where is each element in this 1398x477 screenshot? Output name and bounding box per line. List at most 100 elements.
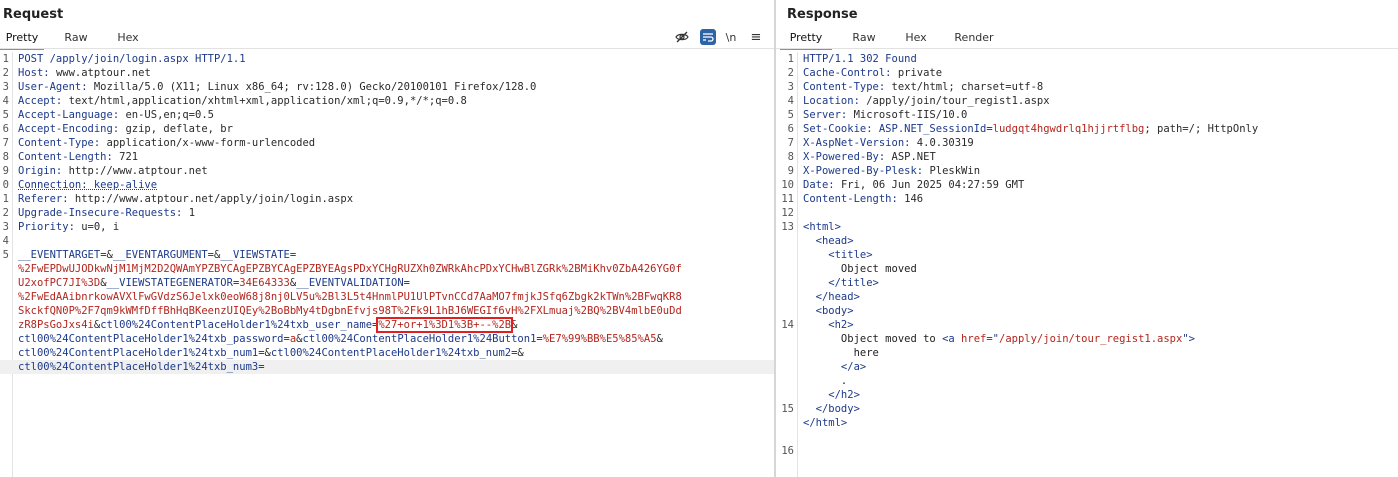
request-code-line: 7 Content-Type: application/x-www-form-ur…: [0, 136, 774, 150]
code-token: Microsoft-IIS/10.0: [853, 109, 968, 121]
line-number: 13: [781, 221, 794, 233]
response-code-line: 13 <html>: [776, 220, 1398, 234]
response-title: Response: [787, 7, 858, 22]
request-code-line: 3 User-Agent: Mozilla/5.0 (X11; Linux x86…: [0, 80, 774, 94]
code-token: en-US,en;q=0.5: [125, 109, 214, 121]
code-token: </html>: [803, 417, 848, 429]
response-tab-raw[interactable]: Raw: [842, 28, 886, 48]
code-text: Connection: keep-alive: [18, 178, 157, 192]
response-code-line: 7 X-AspNet-Version: 4.0.30319: [776, 136, 1398, 150]
response-code-line: .: [776, 374, 1398, 388]
request-tab-hex[interactable]: Hex: [106, 28, 150, 48]
code-token: </a>: [803, 361, 867, 373]
code-text: <html>: [803, 220, 841, 234]
line-number: 8: [787, 151, 794, 163]
code-token: Content-Type:: [18, 137, 107, 149]
code-token: Accept-Language:: [18, 109, 126, 121]
code-text: Date: Fri, 06 Jun 2025 04:27:59 GMT: [803, 178, 1024, 192]
line-number: 11: [781, 193, 794, 205]
newline-icon[interactable]: \n: [723, 29, 739, 45]
response-code-line: 8 X-Powered-By: ASP.NET: [776, 150, 1398, 164]
code-text: Object moved to <a href="/apply/join/tou…: [803, 332, 1195, 346]
code-token: __VIEWSTATEGENERATOR: [106, 277, 233, 289]
menu-icon[interactable]: ≡: [748, 29, 764, 45]
response-code-line: </html>: [776, 416, 1398, 430]
code-text: Cache-Control: private: [803, 66, 942, 80]
code-token: Origin:: [18, 165, 69, 177]
request-tab-divider: [0, 48, 774, 49]
code-text: </body>: [803, 402, 860, 416]
code-token: =: [289, 249, 297, 261]
code-token: Location:: [803, 95, 867, 107]
request-code-line: ctl00%24ContentPlaceHolder1%24txb_num1=&…: [0, 346, 774, 360]
code-token: Priority:: [18, 221, 82, 233]
line-number: 10: [781, 179, 794, 191]
code-token: text/html; charset=utf-8: [891, 81, 1044, 93]
response-code-line: 15 </body>: [776, 402, 1398, 416]
code-text: Upgrade-Insecure-Requests: 1: [18, 206, 195, 220]
code-token: HTTP/1.1 302 Found: [803, 53, 917, 65]
response-tab-hex[interactable]: Hex: [894, 28, 938, 48]
code-token: /apply/join/tour_regist1.aspx: [866, 95, 1050, 107]
code-token: <head>: [803, 235, 854, 247]
response-code-line: 3 Content-Type: text/html; charset=utf-8: [776, 80, 1398, 94]
code-text: Content-Type: application/x-www-form-url…: [18, 136, 315, 150]
code-token: __EVENTVALIDATION: [296, 277, 404, 289]
request-editor[interactable]: 1 POST /apply/join/login.aspx HTTP/1.1 2 Ho…: [0, 52, 774, 477]
line-number: 7: [2, 137, 9, 149]
response-code-line: Object moved to <a href="/apply/join/tou…: [776, 332, 1398, 346]
code-token: ASP.NET: [891, 151, 936, 163]
response-code-line: 10 Date: Fri, 06 Jun 2025 04:27:59 GMT: [776, 178, 1398, 192]
code-token: ludgqt4hgwdrlq1hjjrtflbg: [992, 123, 1145, 135]
response-tab-render[interactable]: Render: [946, 28, 1002, 48]
code-token: </head>: [803, 291, 860, 303]
code-text: Accept-Encoding: gzip, deflate, br: [18, 122, 233, 136]
request-code-line: 0 Connection: keep-alive: [0, 178, 774, 192]
line-number: 9: [2, 165, 9, 177]
code-text: User-Agent: Mozilla/5.0 (X11; Linux x86_…: [18, 80, 536, 94]
code-token: X-Powered-By:: [803, 151, 892, 163]
line-number: 6: [2, 123, 9, 135]
code-token: 721: [119, 151, 139, 163]
response-code-line: here: [776, 346, 1398, 360]
code-token: Object moved: [803, 263, 917, 275]
wrap-icon[interactable]: [700, 29, 716, 45]
code-token: U2xofPC7JI%3D: [18, 277, 101, 289]
code-token: ; path=/; HttpOnly: [1144, 123, 1259, 135]
code-text: Referer: http://www.atptour.net/apply/jo…: [18, 192, 353, 206]
code-token: X-AspNet-Version:: [803, 137, 917, 149]
code-text: Content-Length: 146: [803, 192, 923, 206]
request-toolbar: \n ≡: [664, 29, 764, 45]
request-tab-pretty[interactable]: Pretty: [0, 28, 44, 50]
request-code-line: 5 __EVENTTARGET=&__EVENTARGUMENT=&__VIEWS…: [0, 248, 774, 262]
response-editor[interactable]: 1 HTTP/1.1 302 Found 2 Cache-Control: priva…: [776, 52, 1398, 477]
code-token: 34E64333: [239, 277, 290, 289]
code-text: Content-Type: text/html; charset=utf-8: [803, 80, 1043, 94]
code-token: application/x-www-form-urlencoded: [106, 137, 316, 149]
code-token: 146: [904, 193, 924, 205]
code-text: <h2>: [803, 318, 853, 332]
request-tab-raw[interactable]: Raw: [54, 28, 98, 48]
code-token: private: [897, 67, 943, 79]
line-number: 4: [787, 95, 794, 107]
code-token: =&: [511, 347, 524, 359]
code-token: Cache-Control:: [803, 67, 898, 79]
response-tab-divider: [776, 48, 1398, 49]
code-token: here: [803, 347, 879, 359]
line-number: 3: [2, 221, 9, 233]
request-code-line: 3 Priority: u=0, i: [0, 220, 774, 234]
code-token: 4.0.30319: [916, 137, 974, 149]
response-code-line: </title>: [776, 276, 1398, 290]
code-token: __EVENTTARGET: [18, 249, 101, 261]
eye-off-icon[interactable]: [674, 29, 690, 45]
line-number: 7: [787, 137, 794, 149]
code-text: HTTP/1.1 302 Found: [803, 52, 917, 66]
request-code-line: 8 Content-Length: 721: [0, 150, 774, 164]
code-text: ctl00%24ContentPlaceHolder1%24txb_num3=: [18, 360, 265, 374]
response-code-line: <body>: [776, 304, 1398, 318]
response-tab-pretty[interactable]: Pretty: [780, 28, 832, 50]
code-text: Accept: text/html,application/xhtml+xml,…: [18, 94, 467, 108]
code-token: </body>: [803, 403, 860, 415]
line-number: 3: [2, 81, 9, 93]
code-token: =": [986, 333, 999, 345]
